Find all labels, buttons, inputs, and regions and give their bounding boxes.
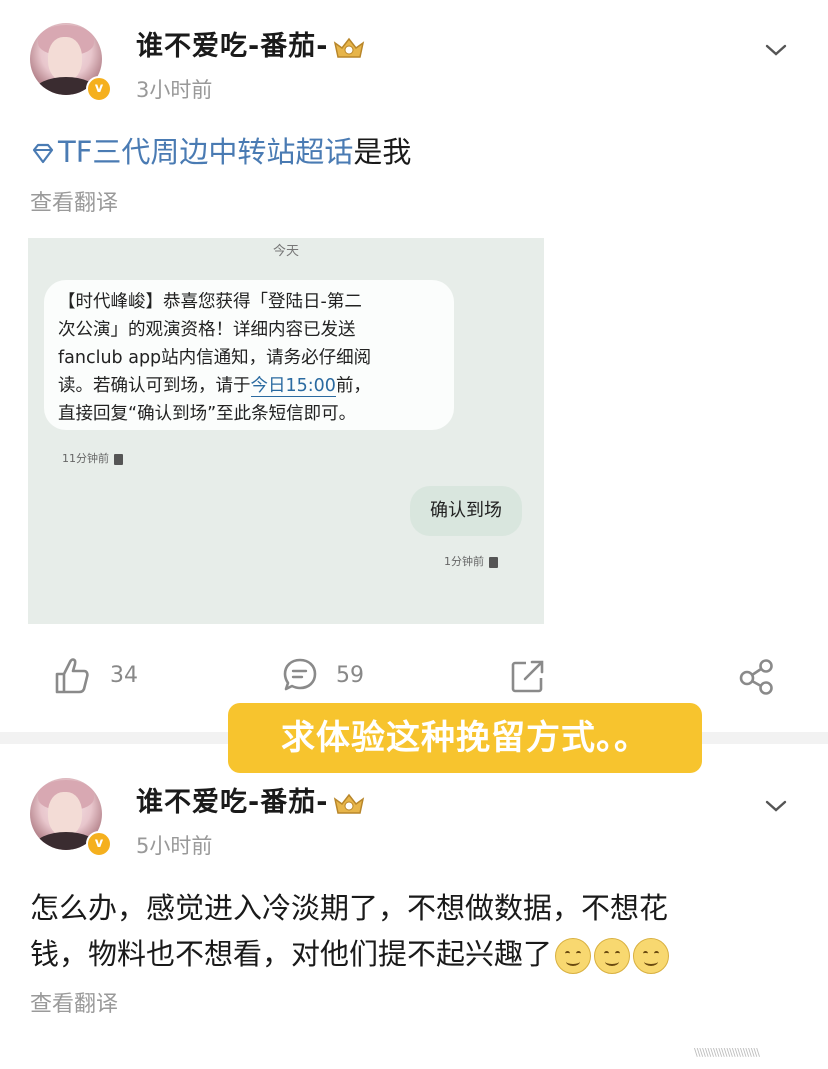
post-action-bar: 34 59 — [0, 652, 828, 702]
like-button[interactable]: 34 — [54, 652, 144, 702]
like-count: 34 — [110, 663, 138, 688]
outgoing-message-bubble: 确认到场 — [410, 486, 522, 536]
smile-emoji-icon — [633, 938, 670, 974]
repost-button[interactable] — [510, 652, 550, 702]
deadline-link: 今日15:00 — [250, 376, 336, 397]
verified-badge-icon: v — [86, 76, 112, 102]
incoming-timestamp: 11分钟前 — [62, 450, 123, 466]
chevron-down-icon[interactable] — [764, 38, 788, 62]
sms-screenshot-image[interactable]: 今天 【时代峰峻】恭喜您获得「登陆日-第二 次公演」的观演资格！详细内容已发送 … — [28, 238, 544, 624]
smile-emoji-icon — [594, 938, 631, 974]
share-icon — [739, 659, 773, 695]
smile-emoji-icon — [555, 938, 592, 974]
supertopic-link[interactable]: TF三代周边中转站超话 — [58, 135, 353, 169]
translate-link[interactable]: 查看翻译 — [30, 986, 118, 1018]
verified-badge-icon: v — [86, 831, 112, 857]
sim-card-icon — [114, 453, 123, 465]
sim-card-icon — [489, 556, 498, 568]
incoming-message-text: 【时代峰峻】恭喜您获得「登陆日-第二 次公演」的观演资格！详细内容已发送 fan… — [58, 292, 372, 424]
caption-banner: 求体验这种挽留方式。。 — [228, 703, 702, 773]
username[interactable]: 谁不爱吃-番茄- — [136, 780, 366, 819]
share-button[interactable] — [738, 652, 778, 702]
post-content: 怎么办，感觉进入冷淡期了，不想做数据，不想花 钱，物料也不想看，对他们提不起兴趣… — [30, 885, 800, 977]
post-content: TF三代周边中转站超话是我 — [30, 129, 411, 175]
incoming-message-bubble: 【时代峰峻】恭喜您获得「登陆日-第二 次公演」的观演资格！详细内容已发送 fan… — [44, 280, 454, 430]
username[interactable]: 谁不爱吃-番茄- — [136, 24, 366, 63]
post-time: 3小时前 — [136, 78, 213, 102]
supertopic-diamond-icon — [32, 143, 54, 164]
post-time: 5小时前 — [136, 834, 213, 858]
comment-button[interactable]: 59 — [282, 652, 372, 702]
thumbs-up-icon — [55, 658, 89, 694]
comment-count: 59 — [336, 663, 364, 688]
crown-badge-icon — [334, 793, 365, 814]
crown-badge-icon — [334, 37, 365, 58]
date-label: 今天 — [272, 244, 299, 259]
translate-link[interactable]: 查看翻译 — [30, 185, 118, 217]
comment-icon — [283, 658, 317, 691]
watermark: \\\\\\\\\\\\\\\\\\\\\\\\ — [694, 1046, 760, 1059]
chevron-down-icon[interactable] — [764, 794, 788, 818]
repost-icon — [511, 660, 544, 693]
outgoing-timestamp: 1分钟前 — [444, 553, 498, 569]
